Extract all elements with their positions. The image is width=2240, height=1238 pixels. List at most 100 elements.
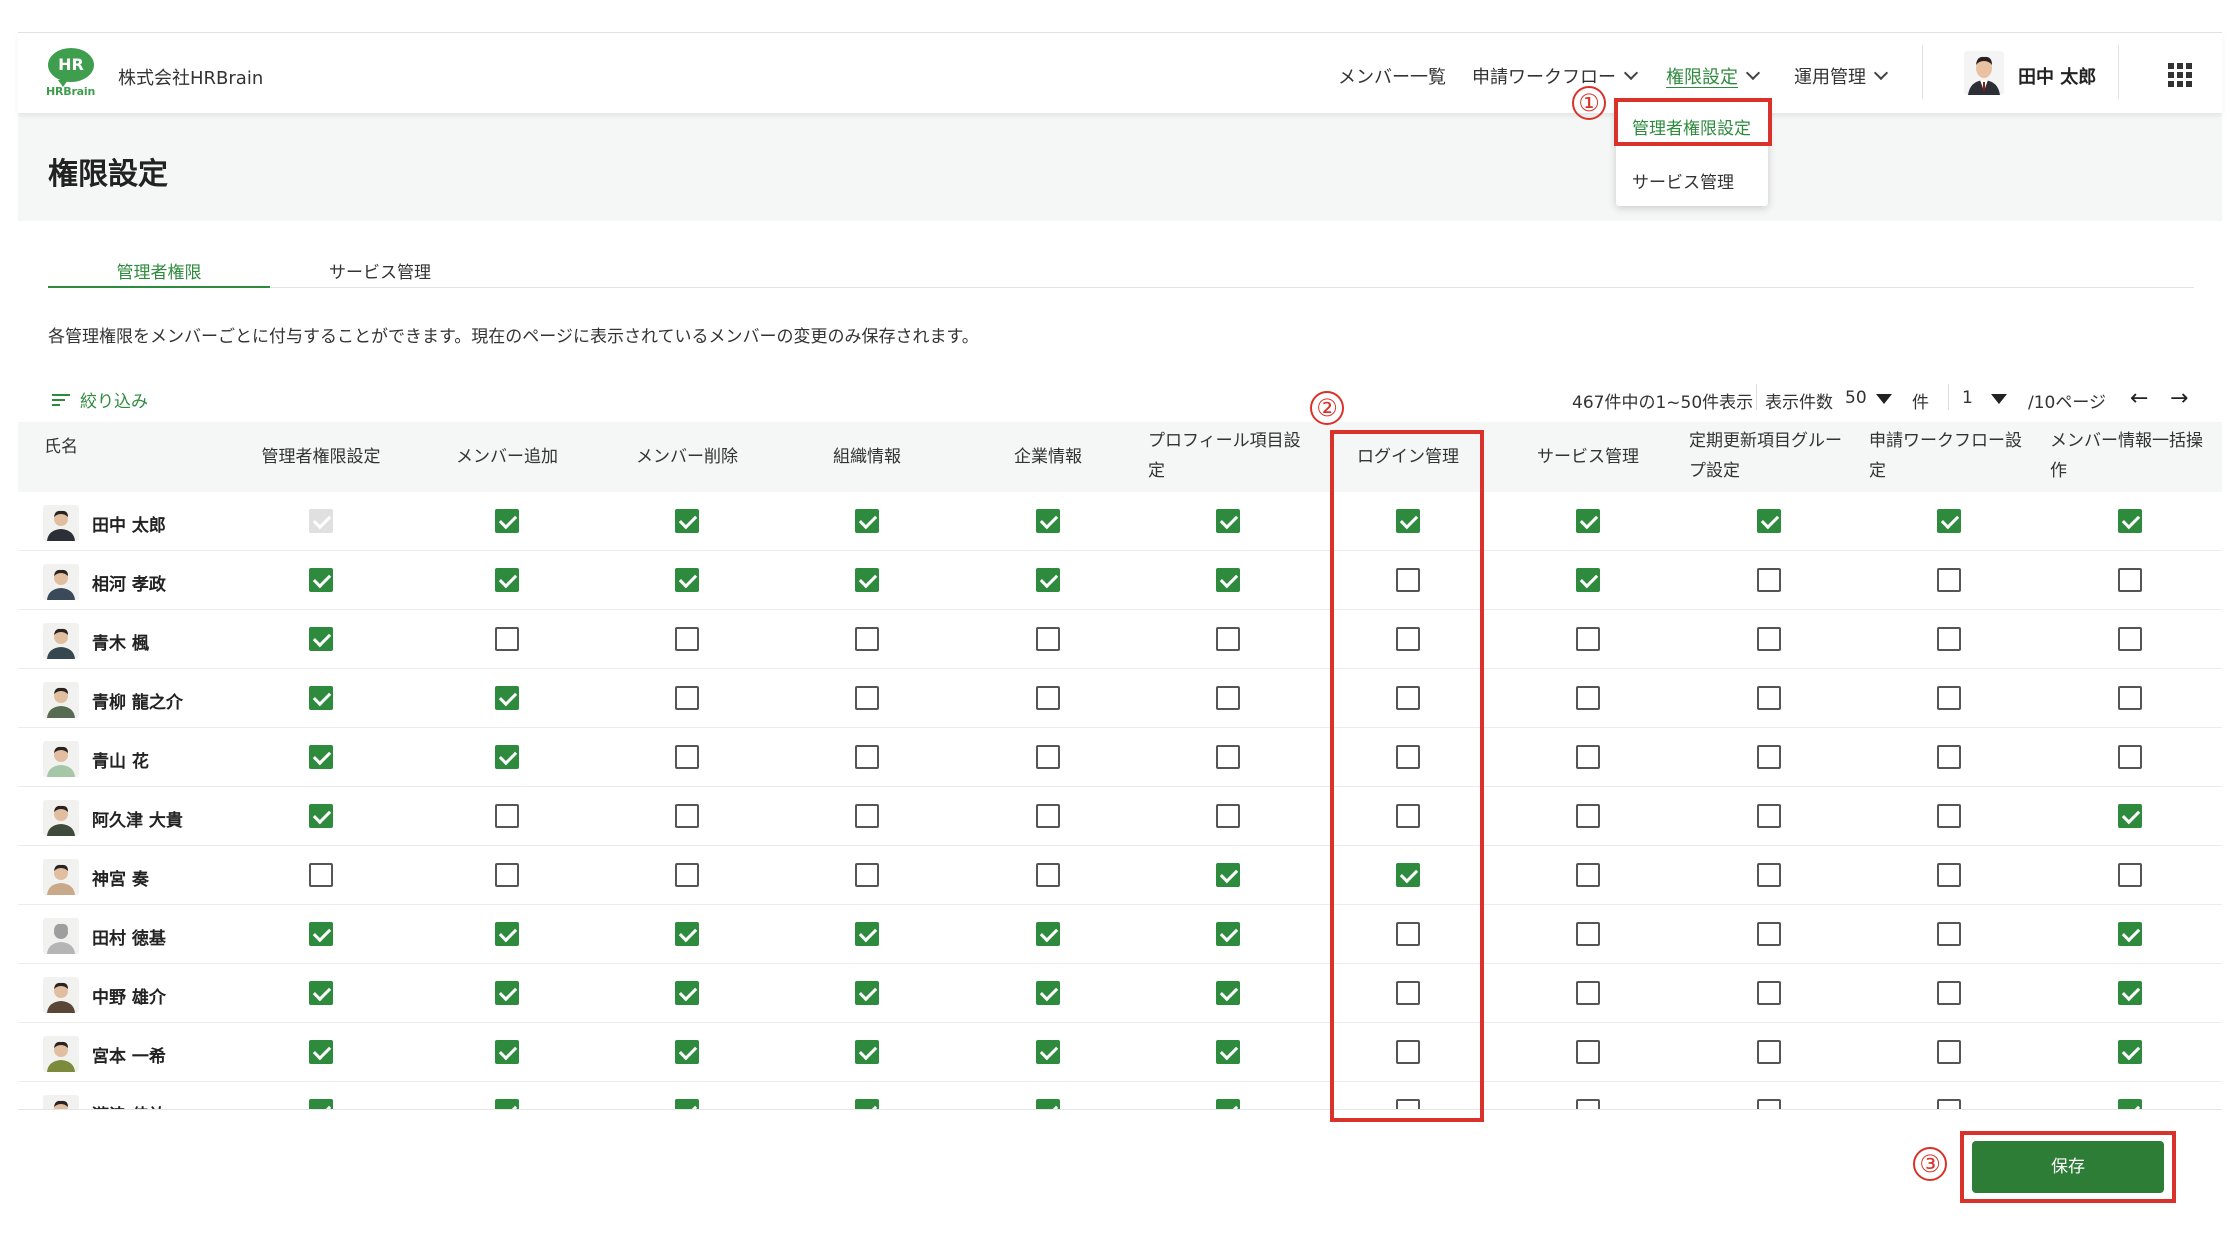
permission-checkbox[interactable] bbox=[675, 922, 699, 946]
permission-checkbox[interactable] bbox=[855, 1099, 879, 1109]
next-page-arrow-icon[interactable]: → bbox=[2170, 386, 2188, 411]
permission-checkbox[interactable] bbox=[2118, 627, 2142, 651]
permission-checkbox[interactable] bbox=[855, 509, 879, 533]
current-page[interactable]: 1 bbox=[1962, 388, 1973, 408]
permission-checkbox[interactable] bbox=[1036, 1040, 1060, 1064]
per-page-dropdown-icon[interactable] bbox=[1876, 394, 1892, 404]
permission-checkbox[interactable] bbox=[855, 568, 879, 592]
permission-checkbox[interactable] bbox=[495, 745, 519, 769]
permission-checkbox[interactable] bbox=[309, 568, 333, 592]
dropdown-item-service-management[interactable]: サービス管理 bbox=[1632, 168, 1734, 193]
permission-checkbox[interactable] bbox=[1036, 981, 1060, 1005]
permission-checkbox[interactable] bbox=[2118, 981, 2142, 1005]
permission-checkbox[interactable] bbox=[495, 686, 519, 710]
user-avatar[interactable] bbox=[1964, 51, 2004, 95]
permission-checkbox[interactable] bbox=[1576, 509, 1600, 533]
permission-checkbox[interactable] bbox=[1036, 922, 1060, 946]
permission-checkbox[interactable] bbox=[1036, 568, 1060, 592]
permission-checkbox[interactable] bbox=[1036, 627, 1060, 651]
permission-checkbox[interactable] bbox=[1036, 686, 1060, 710]
permission-checkbox[interactable] bbox=[309, 1099, 333, 1109]
permission-checkbox[interactable] bbox=[855, 863, 879, 887]
permission-checkbox[interactable] bbox=[675, 568, 699, 592]
permission-checkbox[interactable] bbox=[309, 745, 333, 769]
permission-checkbox[interactable] bbox=[1937, 686, 1961, 710]
permission-checkbox[interactable] bbox=[1937, 1040, 1961, 1064]
permission-checkbox[interactable] bbox=[1937, 863, 1961, 887]
permission-checkbox[interactable] bbox=[1036, 1099, 1060, 1109]
permission-checkbox[interactable] bbox=[675, 627, 699, 651]
user-name[interactable]: 田中 太郎 bbox=[2018, 63, 2096, 89]
permission-checkbox[interactable] bbox=[309, 922, 333, 946]
permission-checkbox[interactable] bbox=[1757, 922, 1781, 946]
permission-checkbox[interactable] bbox=[2118, 745, 2142, 769]
permission-checkbox[interactable] bbox=[1757, 686, 1781, 710]
permission-checkbox[interactable] bbox=[1937, 745, 1961, 769]
permission-checkbox[interactable] bbox=[309, 863, 333, 887]
permission-checkbox[interactable] bbox=[2118, 1040, 2142, 1064]
permission-checkbox[interactable] bbox=[495, 627, 519, 651]
permission-checkbox[interactable] bbox=[495, 863, 519, 887]
permission-checkbox[interactable] bbox=[855, 981, 879, 1005]
permission-checkbox[interactable] bbox=[2118, 863, 2142, 887]
permission-checkbox[interactable] bbox=[675, 1099, 699, 1109]
permission-checkbox[interactable] bbox=[2118, 568, 2142, 592]
tab-service-management[interactable]: サービス管理 bbox=[280, 258, 480, 288]
permission-checkbox[interactable] bbox=[1937, 509, 1961, 533]
permission-checkbox[interactable] bbox=[495, 509, 519, 533]
permission-checkbox[interactable] bbox=[675, 509, 699, 533]
permission-checkbox[interactable] bbox=[1757, 745, 1781, 769]
permission-checkbox[interactable] bbox=[1036, 863, 1060, 887]
permission-checkbox[interactable] bbox=[1757, 804, 1781, 828]
permission-checkbox[interactable] bbox=[1937, 981, 1961, 1005]
permission-checkbox[interactable] bbox=[1216, 686, 1240, 710]
permission-checkbox[interactable] bbox=[1937, 627, 1961, 651]
nav-permission-settings[interactable]: 権限設定 bbox=[1666, 63, 1761, 89]
permission-checkbox[interactable] bbox=[1757, 863, 1781, 887]
nav-workflow[interactable]: 申請ワークフロー bbox=[1472, 63, 1639, 89]
permission-checkbox[interactable] bbox=[2118, 509, 2142, 533]
permission-checkbox[interactable] bbox=[1576, 1099, 1600, 1109]
permission-checkbox[interactable] bbox=[1216, 627, 1240, 651]
permission-checkbox[interactable] bbox=[2118, 686, 2142, 710]
hrbrain-logo[interactable]: HR HRBrain bbox=[46, 48, 98, 100]
permission-checkbox[interactable] bbox=[1576, 863, 1600, 887]
permission-checkbox[interactable] bbox=[855, 686, 879, 710]
permission-checkbox[interactable] bbox=[1036, 804, 1060, 828]
permission-checkbox[interactable] bbox=[675, 1040, 699, 1064]
permission-checkbox[interactable] bbox=[1937, 568, 1961, 592]
permission-checkbox[interactable] bbox=[2118, 804, 2142, 828]
permission-checkbox[interactable] bbox=[1757, 981, 1781, 1005]
permission-checkbox[interactable] bbox=[309, 981, 333, 1005]
permission-checkbox[interactable] bbox=[1036, 745, 1060, 769]
permission-checkbox[interactable] bbox=[1216, 1099, 1240, 1109]
permission-checkbox[interactable] bbox=[1216, 1040, 1240, 1064]
permission-checkbox[interactable] bbox=[1036, 509, 1060, 533]
permission-checkbox[interactable] bbox=[495, 981, 519, 1005]
permission-checkbox[interactable] bbox=[675, 745, 699, 769]
permission-checkbox[interactable] bbox=[495, 922, 519, 946]
permission-checkbox[interactable] bbox=[309, 804, 333, 828]
permission-checkbox[interactable] bbox=[495, 1040, 519, 1064]
permission-checkbox[interactable] bbox=[675, 686, 699, 710]
permission-checkbox[interactable] bbox=[2118, 1099, 2142, 1109]
permission-checkbox[interactable] bbox=[1576, 745, 1600, 769]
permission-checkbox[interactable] bbox=[1216, 981, 1240, 1005]
page-dropdown-icon[interactable] bbox=[1991, 394, 2007, 404]
permission-checkbox[interactable] bbox=[855, 745, 879, 769]
permission-checkbox[interactable] bbox=[1576, 804, 1600, 828]
app-grid-icon[interactable] bbox=[2168, 63, 2192, 87]
permission-checkbox[interactable] bbox=[1757, 627, 1781, 651]
nav-member-list[interactable]: メンバー一覧 bbox=[1338, 63, 1446, 89]
permission-checkbox[interactable] bbox=[1576, 1040, 1600, 1064]
permission-checkbox[interactable] bbox=[1937, 1099, 1961, 1109]
permission-checkbox[interactable] bbox=[855, 922, 879, 946]
prev-page-arrow-icon[interactable]: ← bbox=[2130, 386, 2148, 411]
permission-checkbox[interactable] bbox=[1216, 745, 1240, 769]
permission-checkbox[interactable] bbox=[855, 804, 879, 828]
permission-checkbox[interactable] bbox=[1757, 568, 1781, 592]
permission-checkbox[interactable] bbox=[1576, 627, 1600, 651]
permission-checkbox[interactable] bbox=[1576, 922, 1600, 946]
permission-checkbox[interactable] bbox=[309, 627, 333, 651]
permission-checkbox[interactable] bbox=[309, 686, 333, 710]
